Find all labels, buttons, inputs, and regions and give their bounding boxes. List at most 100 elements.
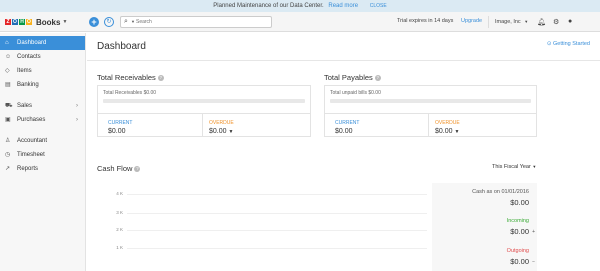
sidebar-item-label: Accountant — [17, 138, 48, 144]
incoming-value: $0.00 — [510, 227, 529, 236]
quick-create-button[interactable]: + — [89, 17, 99, 27]
sidebar-item-label: Banking — [17, 82, 39, 88]
banner-message: Planned Maintenance of our Data Center. — [213, 3, 324, 9]
payables-title: Total Payables? — [324, 73, 381, 82]
minus-icon: − — [532, 259, 535, 265]
gear-icon[interactable]: ⚙ — [553, 18, 559, 26]
read-more-link[interactable]: Read more — [328, 3, 358, 9]
chevron-down-icon: ▼ — [532, 164, 537, 169]
page-title: Dashboard — [97, 41, 146, 52]
current-value[interactable]: $0.00 — [335, 128, 353, 135]
sidebar-item-items[interactable]: ◇ Items — [0, 64, 85, 78]
org-name: Image, Inc — [495, 19, 521, 25]
user-icon[interactable]: ● — [568, 18, 572, 25]
cash-as-on-label: Cash as on 01/01/2016 — [472, 189, 529, 195]
overdue-value[interactable]: $0.00 ▼ — [209, 128, 233, 135]
history-icon: ↻ — [106, 19, 112, 25]
main-content: Dashboard ⊙ Getting Started Total Receiv… — [87, 33, 600, 271]
y-tick-label: 1 K — [116, 245, 123, 250]
chevron-down-icon: ▼ — [228, 129, 234, 135]
getting-started-label: Getting Started — [553, 41, 590, 47]
search-icon: ⌕ — [124, 18, 128, 25]
outgoing-value: $0.00 — [510, 257, 529, 266]
sidebar-item-accountant[interactable]: ♙ Accountant — [0, 134, 85, 148]
receivables-title-text: Total Receivables — [97, 73, 156, 82]
current-value[interactable]: $0.00 — [108, 128, 126, 135]
home-icon: ⌂ — [5, 40, 9, 46]
upgrade-link[interactable]: Upgrade — [461, 18, 482, 24]
period-selector[interactable]: This Fiscal Year ▼ — [492, 164, 536, 170]
title-divider — [87, 60, 600, 61]
sidebar-item-label: Timesheet — [17, 152, 45, 158]
card-vdivider — [428, 114, 429, 137]
overdue-label: OVERDUE — [209, 120, 234, 126]
sidebar: ⌂ Dashboard ☺ Contacts ◇ Items ▤ Banking… — [0, 33, 86, 271]
search-input[interactable] — [136, 18, 266, 26]
grid-line — [127, 213, 427, 214]
cash-summary-panel: Cash as on 01/01/2016 $0.00 Incoming $0.… — [432, 183, 537, 271]
bank-icon: ▤ — [5, 82, 11, 88]
cart-icon: ⛟ — [5, 103, 13, 109]
period-label: This Fiscal Year — [492, 164, 531, 170]
cash-flow-chart: 4 K 3 K 2 K 1 K — [97, 185, 432, 271]
sidebar-item-label: Reports — [17, 166, 39, 172]
card-divider — [98, 113, 310, 114]
recent-activity-button[interactable]: ↻ — [104, 17, 114, 27]
logo-letter: H — [19, 19, 25, 25]
bell-icon[interactable]: 🔔︎ — [537, 18, 546, 26]
sidebar-item-dashboard[interactable]: ⌂ Dashboard — [0, 36, 85, 50]
receivables-subtitle: Total Receivables $0.00 — [103, 90, 157, 96]
sidebar-item-label: Purchases — [17, 117, 46, 123]
payables-title-text: Total Payables — [324, 73, 373, 82]
overdue-amount: $0.00 — [435, 128, 453, 135]
receivables-progress-bar — [103, 99, 305, 103]
getting-started-link[interactable]: ⊙ Getting Started — [547, 41, 590, 47]
incoming-label: Incoming — [506, 218, 529, 224]
payables-subtitle: Total unpaid bills $0.00 — [330, 90, 381, 96]
sidebar-item-sales[interactable]: ⛟ Sales › — [0, 99, 85, 113]
clock-icon: ◷ — [5, 152, 11, 158]
banner-close-button[interactable]: CLOSE — [370, 3, 387, 9]
play-circle-icon: ⊙ — [546, 41, 552, 47]
y-tick-label: 3 K — [116, 210, 123, 215]
trial-notice: Trial expires in 14 days — [397, 18, 454, 24]
app-logo[interactable]: Z O H O Books ▼ — [5, 16, 67, 28]
y-tick-label: 2 K — [116, 227, 123, 232]
search-box[interactable]: ⌕ ▼ — [120, 16, 272, 28]
grid-line — [127, 230, 427, 231]
sidebar-item-label: Sales — [17, 103, 33, 109]
help-icon[interactable]: ? — [374, 75, 381, 82]
sidebar-item-banking[interactable]: ▤ Banking — [0, 78, 85, 92]
help-icon[interactable]: ? — [134, 166, 141, 173]
receivables-card: Total Receivables $0.00 CURRENT $0.00 OV… — [97, 85, 311, 137]
current-label: CURRENT — [335, 120, 360, 126]
bag-icon: ▣ — [5, 117, 11, 123]
sidebar-item-purchases[interactable]: ▣ Purchases › — [0, 113, 85, 127]
grid-line — [127, 194, 427, 195]
maintenance-banner: Planned Maintenance of our Data Center. … — [0, 0, 600, 12]
chart-icon: ↗ — [5, 166, 11, 172]
chevron-down-icon: ▼ — [524, 19, 529, 24]
chevron-down-icon[interactable]: ▼ — [131, 19, 135, 24]
app-name: Books — [36, 17, 61, 27]
help-icon[interactable]: ? — [157, 75, 164, 82]
logo-letter: O — [26, 19, 32, 25]
chevron-down-icon: ▼ — [62, 19, 68, 25]
overdue-amount: $0.00 — [209, 128, 227, 135]
sidebar-item-timesheet[interactable]: ◷ Timesheet — [0, 148, 85, 162]
top-header: Z O H O Books ▼ + ↻ ⌕ ▼ Trial expires in… — [0, 12, 600, 32]
cash-flow-title: Cash Flow? — [97, 164, 141, 173]
chevron-right-icon: › — [76, 117, 78, 123]
organization-switcher[interactable]: Image, Inc ▼ — [488, 16, 530, 28]
sidebar-item-reports[interactable]: ↗ Reports — [0, 162, 85, 176]
chevron-right-icon: › — [76, 103, 78, 109]
overdue-value[interactable]: $0.00 ▼ — [435, 128, 459, 135]
sidebar-item-contacts[interactable]: ☺ Contacts — [0, 50, 85, 64]
plus-icon: + — [532, 229, 535, 235]
accountant-icon: ♙ — [5, 138, 11, 144]
user-icon: ☺ — [5, 54, 12, 60]
card-vdivider — [202, 114, 203, 137]
cash-flow-title-text: Cash Flow — [97, 164, 133, 173]
chevron-down-icon: ▼ — [454, 129, 460, 135]
tag-icon: ◇ — [5, 68, 10, 74]
